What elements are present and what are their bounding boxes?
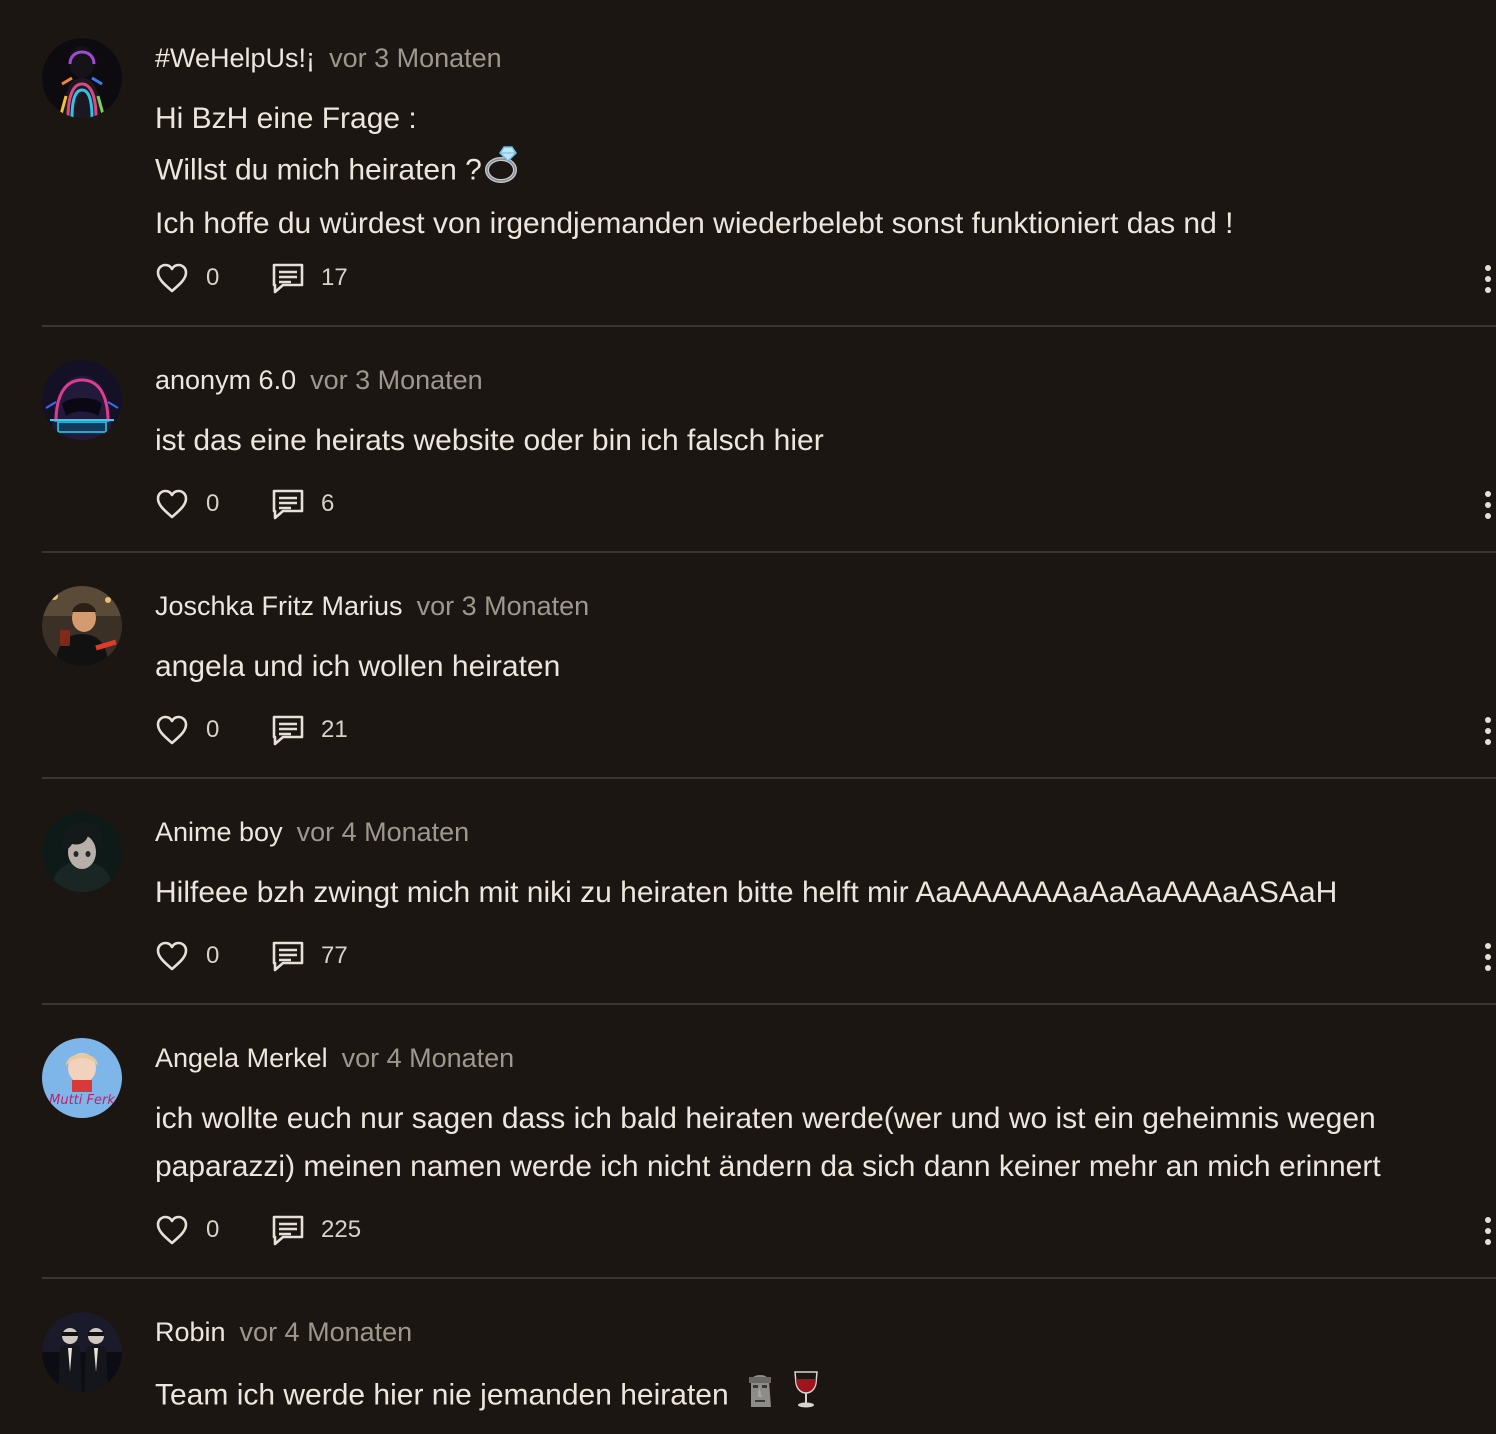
comment-header: Joschka Fritz Marius vor 3 Monaten xyxy=(155,590,589,622)
reply-count[interactable]: 77 xyxy=(321,940,348,972)
author-name[interactable]: Robin xyxy=(155,1317,226,1347)
heart-outline-icon[interactable] xyxy=(155,714,189,746)
comment-bubble-icon[interactable] xyxy=(271,488,305,520)
comment-actions: 0 225 xyxy=(155,1210,1495,1250)
timestamp[interactable]: vor 3 Monaten xyxy=(417,591,590,621)
timestamp[interactable]: vor 3 Monaten xyxy=(329,43,502,73)
vertical-dots-icon[interactable] xyxy=(1481,488,1495,522)
comment-text: Team ich werde hier nie jemanden heirate… xyxy=(155,1369,1490,1424)
comment-text: angela und ich wollen heiraten xyxy=(155,643,1490,691)
vertical-dots-icon[interactable] xyxy=(1481,1214,1495,1248)
comment-header: anonym 6.0 vor 3 Monaten xyxy=(155,364,483,396)
divider xyxy=(42,777,1496,779)
author-name[interactable]: Joschka Fritz Marius xyxy=(155,591,403,621)
comment-actions: 0 77 xyxy=(155,936,1495,976)
comment-header: #WeHelpUs!¡ vor 3 Monaten xyxy=(155,42,502,74)
comment-line: paparazzi) meinen namen werde ich nicht … xyxy=(155,1150,1381,1183)
author-name[interactable]: anonym 6.0 xyxy=(155,365,296,395)
avatar[interactable] xyxy=(42,812,122,892)
comment-text: ist das eine heirats website oder bin ic… xyxy=(155,417,1490,465)
comment-bubble-icon[interactable] xyxy=(271,1214,305,1246)
comment-bubble-icon[interactable] xyxy=(271,262,305,294)
avatar[interactable] xyxy=(42,1312,122,1392)
comment-text: ich wollte euch nur sagen dass ich bald … xyxy=(155,1095,1490,1191)
vertical-dots-icon[interactable] xyxy=(1481,714,1495,748)
comment-text: Hi BzH eine Frage : Willst du mich heira… xyxy=(155,95,1490,248)
vertical-dots-icon[interactable] xyxy=(1481,940,1495,974)
timestamp[interactable]: vor 4 Monaten xyxy=(240,1317,413,1347)
reply-count[interactable]: 21 xyxy=(321,714,348,746)
moai-emoji xyxy=(743,1369,777,1424)
heart-outline-icon[interactable] xyxy=(155,940,189,972)
comment-line: ist das eine heirats website oder bin ic… xyxy=(155,424,824,457)
wine-glass-emoji xyxy=(791,1369,821,1424)
timestamp[interactable]: vor 4 Monaten xyxy=(297,817,470,847)
comment-header: Robin vor 4 Monaten xyxy=(155,1316,412,1348)
heart-outline-icon[interactable] xyxy=(155,262,189,294)
like-count: 0 xyxy=(206,1216,220,1243)
comment-bubble-icon[interactable] xyxy=(271,940,305,972)
reply-count[interactable]: 17 xyxy=(321,262,348,294)
comment-line: Hilfeee bzh zwingt mich mit niki zu heir… xyxy=(155,876,1338,909)
comment-line: Ich hoffe du würdest von irgendjemanden … xyxy=(155,207,1234,240)
comment-feed: #WeHelpUs!¡ vor 3 Monaten Hi BzH eine Fra… xyxy=(0,0,1496,1434)
heart-outline-icon[interactable] xyxy=(155,488,189,520)
like-count: 0 xyxy=(206,716,220,743)
avatar[interactable] xyxy=(42,38,122,118)
comment-bubble-icon[interactable] xyxy=(271,714,305,746)
divider xyxy=(42,1003,1496,1005)
like-count: 0 xyxy=(206,942,220,969)
avatar-text: Mutti Ferk xyxy=(49,1093,115,1108)
comment-header: Angela Merkel vor 4 Monaten xyxy=(155,1042,514,1074)
comment-line: ich wollte euch nur sagen dass ich bald … xyxy=(155,1102,1376,1135)
author-name[interactable]: #WeHelpUs!¡ xyxy=(155,43,315,73)
comment-actions: 0 6 xyxy=(155,484,1495,524)
avatar[interactable] xyxy=(42,360,122,440)
comment-line: Team ich werde hier nie jemanden heirate… xyxy=(155,1378,729,1412)
author-name[interactable]: Angela Merkel xyxy=(155,1043,328,1073)
like-count: 0 xyxy=(206,264,220,291)
timestamp[interactable]: vor 3 Monaten xyxy=(310,365,483,395)
comment-line: angela und ich wollen heiraten xyxy=(155,650,561,683)
divider xyxy=(42,325,1496,327)
heart-outline-icon[interactable] xyxy=(155,1214,189,1246)
divider xyxy=(42,551,1496,553)
comment-actions: 0 21 xyxy=(155,710,1495,750)
like-count: 0 xyxy=(206,490,220,517)
reply-count[interactable]: 6 xyxy=(321,488,334,520)
vertical-dots-icon[interactable] xyxy=(1481,262,1495,296)
comment-line-with-emoji: Team ich werde hier nie jemanden heirate… xyxy=(155,1369,1490,1424)
comment-actions: 0 17 xyxy=(155,258,1495,298)
avatar[interactable]: Mutti Ferk xyxy=(42,1038,122,1118)
author-name[interactable]: Anime boy xyxy=(155,817,283,847)
comment-line: Hi BzH eine Frage : xyxy=(155,102,417,135)
comment-header: Anime boy vor 4 Monaten xyxy=(155,816,469,848)
comment-line-with-emoji: Willst du mich heiraten ? xyxy=(155,143,1490,200)
reply-count[interactable]: 225 xyxy=(321,1214,361,1246)
avatar[interactable] xyxy=(42,586,122,666)
comment-line: Willst du mich heiraten ? xyxy=(155,153,482,187)
divider xyxy=(42,1277,1496,1279)
comment-text: Hilfeee bzh zwingt mich mit niki zu heir… xyxy=(155,869,1490,917)
timestamp[interactable]: vor 4 Monaten xyxy=(342,1043,515,1073)
ring-emoji xyxy=(482,143,524,200)
